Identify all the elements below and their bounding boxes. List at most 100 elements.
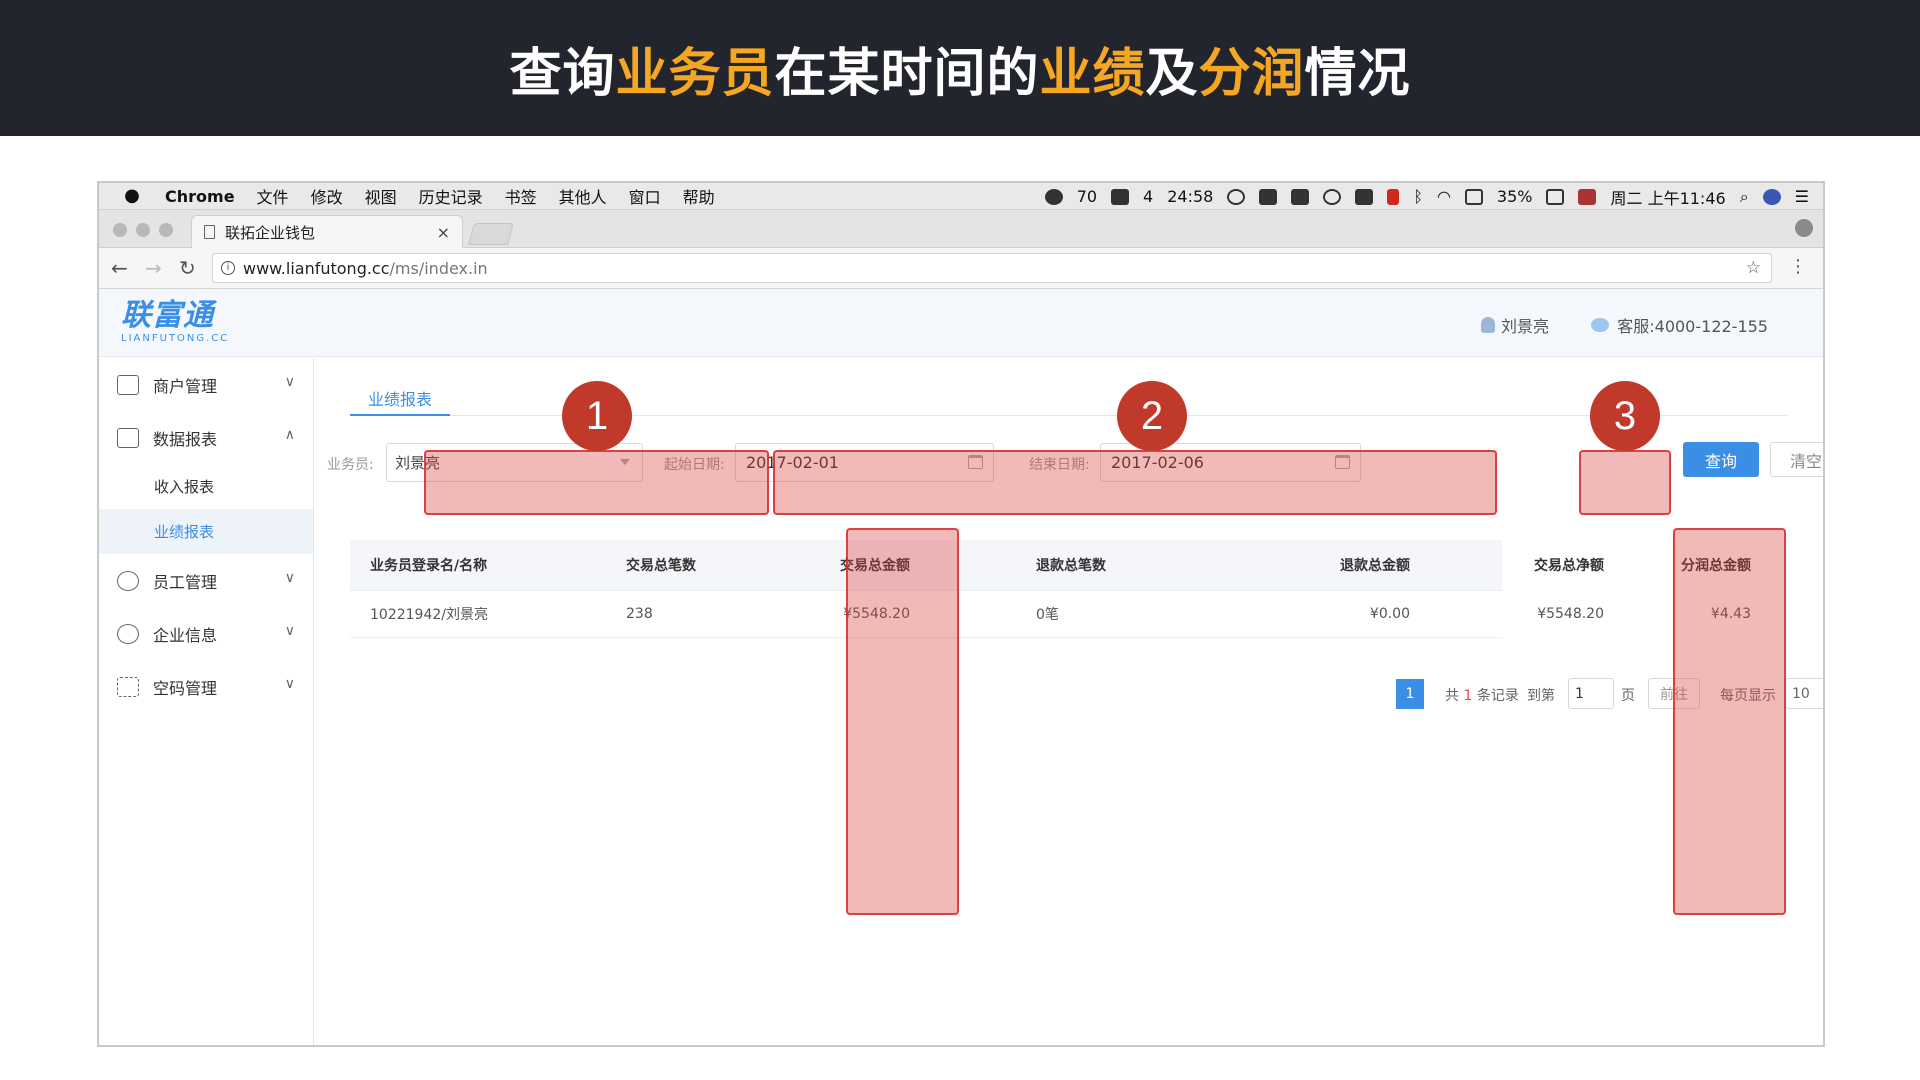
chevron-down-icon: ∨ [284,623,295,639]
logo[interactable]: 联富通 LIANFUTONG.CC [121,298,229,345]
highlight-profit-column [1673,528,1786,915]
salesman-label: 业务员: [327,457,374,473]
sidebar-subitem-performance-report[interactable]: 业绩报表 [99,509,313,554]
zoom-window-button[interactable] [159,223,173,237]
url-path: /ms/index.in [389,258,488,278]
close-tab-icon[interactable]: × [437,223,450,242]
chart-icon [117,427,139,448]
qrcode-icon [117,676,139,697]
pause-icon[interactable] [1387,188,1400,205]
menu-history[interactable]: 历史记录 [419,184,483,208]
clear-button[interactable]: 清空 [1770,442,1823,477]
logo-text: 联富通 [121,298,214,333]
menu-file[interactable]: 文件 [257,184,289,208]
service-phone: 客服:4000-122-155 [1617,317,1768,336]
bookmark-star-icon[interactable]: ☆ [1746,258,1761,278]
url-field[interactable]: i www.lianfutong.cc/ms/index.in ☆ [212,253,1772,283]
sidebar-item-label: 空码管理 [153,678,218,698]
browser-menu-icon[interactable]: ⋮ [1789,256,1807,277]
goto-page-input[interactable]: 1 [1568,678,1614,709]
adobe-icon[interactable] [1111,188,1130,205]
cell-trade-count: 238 [626,606,653,622]
query-button[interactable]: 查询 [1683,442,1759,477]
menu-app-chrome[interactable]: Chrome [165,187,235,206]
total-records: 共 1 条记录 [1445,685,1519,705]
title-part-highlight: 分润 [1198,43,1305,104]
bluetooth-icon[interactable]: ᛒ [1413,187,1423,206]
title-part: 情况 [1304,43,1411,104]
sidebar-item-staff[interactable]: 员工管理 ∨ [99,554,313,607]
evernote-icon[interactable] [1259,188,1278,205]
arrow-app-icon[interactable] [1355,188,1374,205]
menu-view[interactable]: 视图 [365,184,397,208]
sidebar-item-company[interactable]: 企业信息 ∨ [99,607,313,660]
mac-menu-bar: ● Chrome 文件 修改 视图 历史记录 书签 其他人 窗口 帮助 70 4… [99,183,1823,210]
new-tab-button[interactable] [468,223,514,245]
slide-title: 查询业务员在某时间的业绩及分润情况 [509,31,1410,106]
sidebar-item-label: 商户管理 [153,376,218,396]
timer-icon[interactable] [1227,188,1246,205]
app-header: 联富通 LIANFUTONG.CC 刘景亮 客服:4000-122-155 [99,289,1823,357]
title-part-highlight: 业务员 [615,43,775,104]
apple-icon[interactable]: ● [121,185,143,207]
close-window-button[interactable] [113,223,127,237]
service-icon [1591,318,1610,332]
window-controls [113,223,173,237]
chevron-down-icon: ∨ [284,570,295,586]
sidebar-item-label: 企业信息 [153,625,218,645]
highlight-date-filter [773,450,1497,515]
chevron-down-icon: ∨ [284,374,295,390]
tab-performance-report[interactable]: 业绩报表 [350,386,450,416]
column-header: 交易总笔数 [626,558,696,574]
wifi-icon[interactable]: ◠ [1437,187,1451,206]
clock-text[interactable]: 周二 上午11:46 [1610,185,1725,209]
total-count: 1 [1463,688,1473,704]
page-unit: 页 [1621,688,1635,704]
user-icon [1480,317,1495,333]
browser-tab[interactable]: 联拓企业钱包 × [191,215,463,248]
wechat-icon[interactable] [1044,188,1063,205]
menu-window[interactable]: 窗口 [629,184,661,208]
menu-edit[interactable]: 修改 [311,184,343,208]
page-number-current[interactable]: 1 [1396,679,1424,709]
cell-refund-amount: ¥0.00 [1369,606,1410,622]
profile-icon[interactable] [1795,219,1813,237]
sidebar-item-merchant[interactable]: 商户管理 ∨ [99,358,313,411]
sidebar-subitem-income-report[interactable]: 收入报表 [99,464,313,509]
status-area: 70 4 24:58 ᛒ ◠ 35% 周二 上午11:46 ⌕ ☰ [1044,183,1809,210]
notification-center-icon[interactable]: ☰ [1795,187,1809,206]
flag-icon[interactable] [1578,188,1597,205]
back-arrow-icon[interactable]: ← [111,256,128,280]
battery-icon[interactable] [1546,188,1565,205]
minimize-window-button[interactable] [136,223,150,237]
column-header: 退款总金额 [1340,558,1410,574]
record-icon[interactable] [1323,188,1342,205]
menu-people[interactable]: 其他人 [559,184,607,208]
battery-percent: 35% [1496,187,1533,206]
user-menu[interactable]: 刘景亮 [1480,313,1549,337]
info-icon[interactable]: i [221,261,235,275]
customer-service: 客服:4000-122-155 [1591,313,1768,337]
per-page-select[interactable]: 10 [1785,678,1825,709]
forward-arrow-icon[interactable]: → [145,256,162,280]
sidebar: 商户管理 ∨ 数据报表 ∧ 收入报表 业绩报表 员工管理 ∨ 企业信息 ∨ 空码… [99,358,314,1045]
airplay-icon[interactable] [1464,188,1483,205]
chevron-down-icon [1824,692,1825,697]
menu-bookmarks[interactable]: 书签 [505,184,537,208]
per-page-value: 10 [1792,685,1810,702]
siri-icon[interactable] [1762,188,1781,205]
home-icon [117,374,139,395]
browser-tab-bar: 联拓企业钱包 × [99,210,1823,248]
cell-refund-count: 0笔 [1036,607,1059,623]
menu-help[interactable]: 帮助 [683,184,715,208]
reload-icon[interactable]: ↻ [179,256,196,280]
highlight-trade-amount-column [846,528,959,915]
sidebar-item-reports[interactable]: 数据报表 ∧ [99,411,313,464]
title-part: 在某时间的 [774,43,1040,104]
sidebar-item-qrcode[interactable]: 空码管理 ∨ [99,660,313,713]
slide-title-banner: 查询业务员在某时间的业绩及分润情况 [0,0,1920,136]
user-circle-icon [117,570,139,591]
wechat-count: 70 [1076,187,1098,206]
spotlight-icon[interactable]: ⌕ [1740,187,1749,207]
clapper-icon[interactable] [1291,188,1310,205]
